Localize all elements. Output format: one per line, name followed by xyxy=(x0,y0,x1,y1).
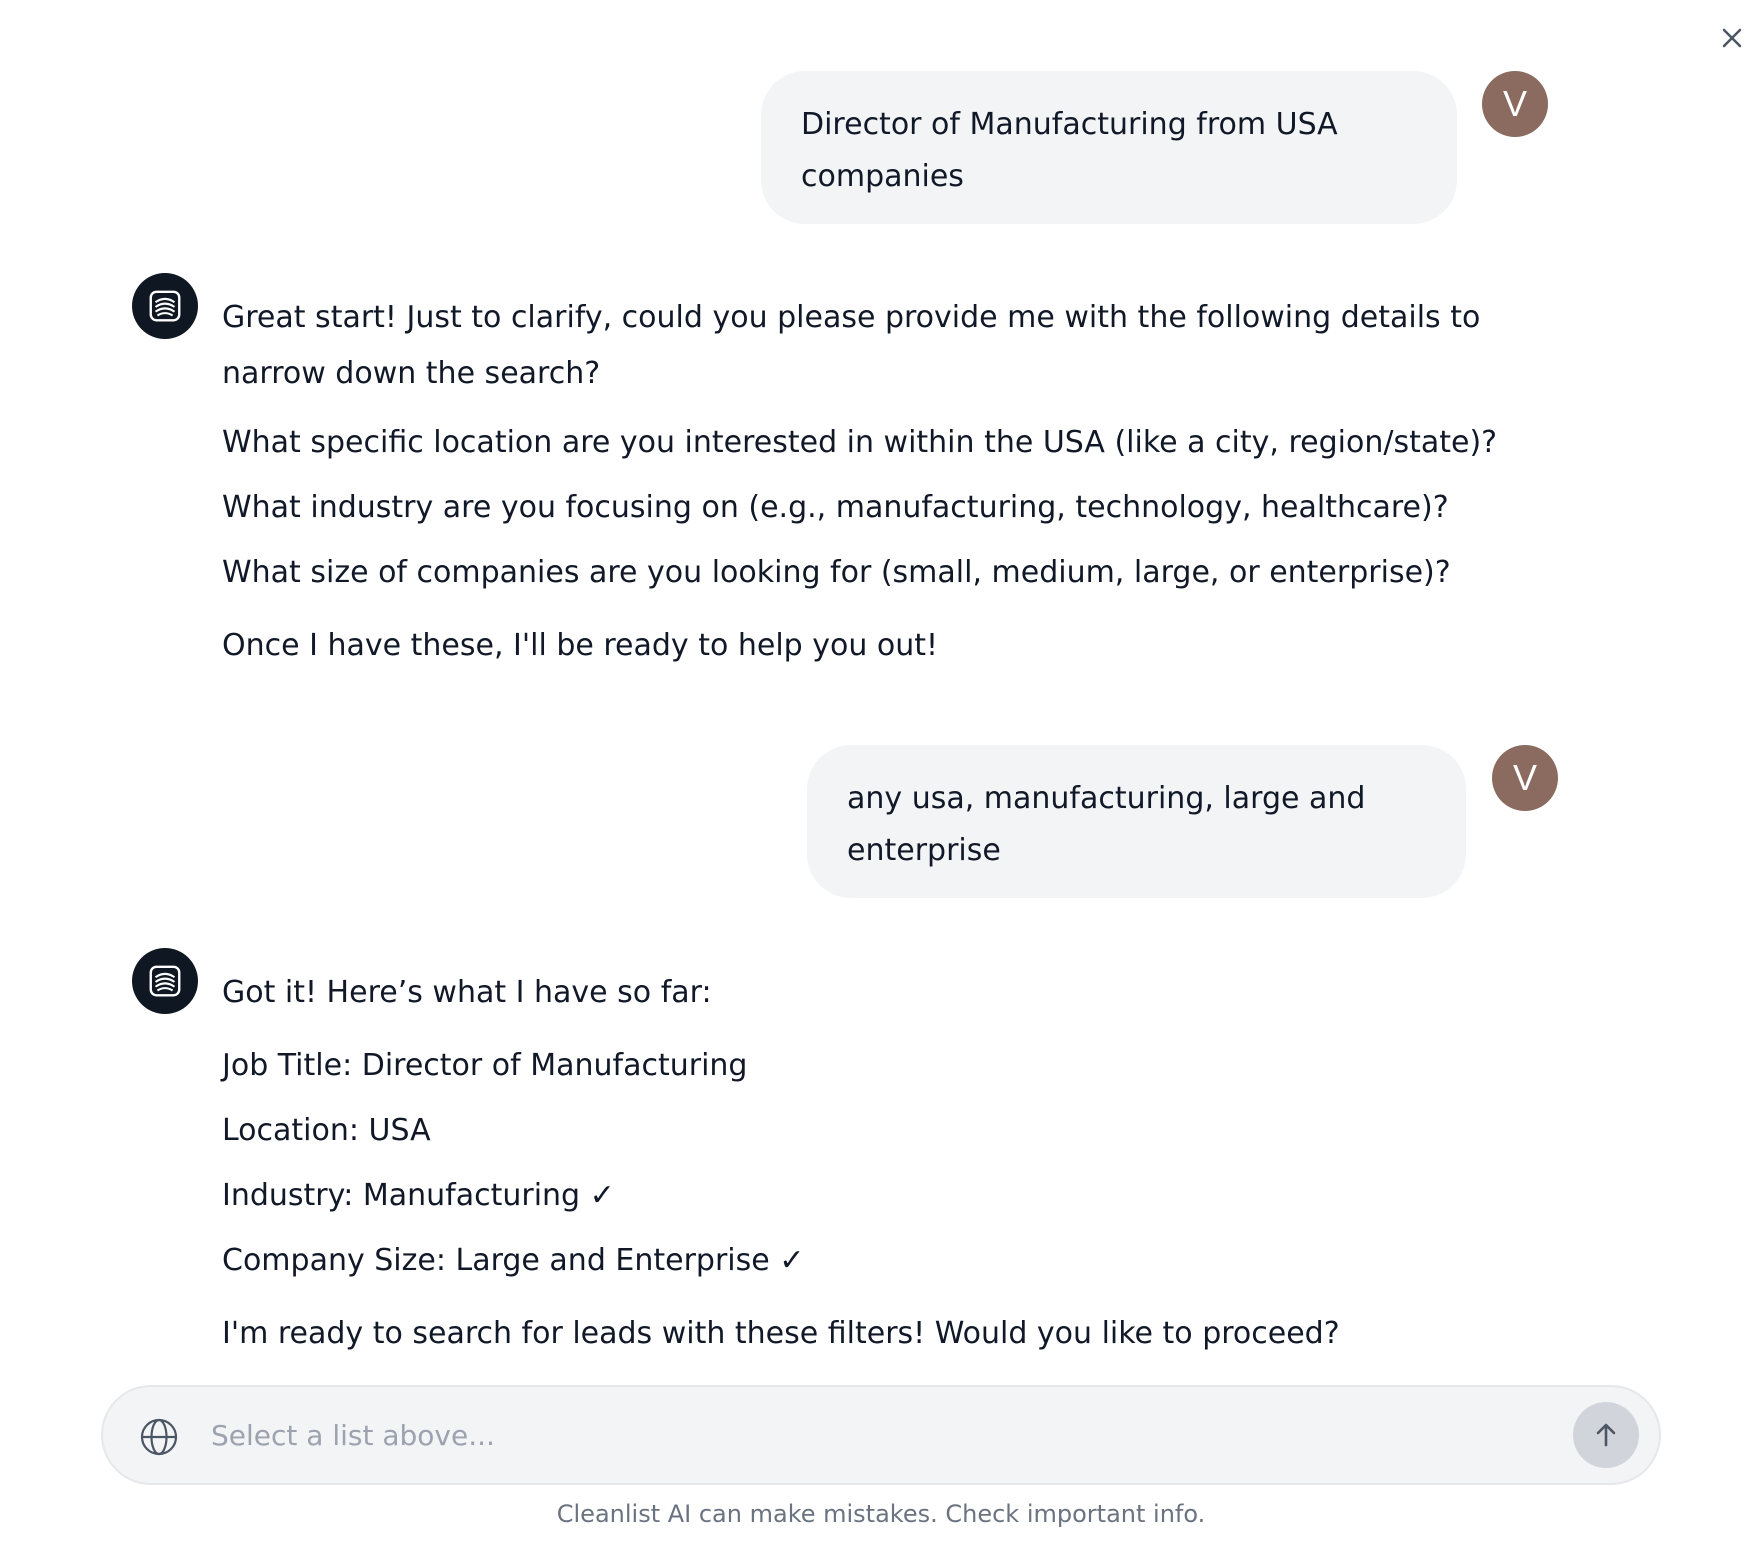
assistant-message-paragraph: Industry: Manufacturing ✓ xyxy=(222,1178,615,1213)
assistant-avatar xyxy=(132,948,198,1014)
assistant-message-paragraph: Once I have these, I'll be ready to help… xyxy=(222,628,939,663)
assistant-avatar xyxy=(132,273,198,339)
globe-icon[interactable] xyxy=(139,1417,179,1457)
assistant-message-paragraph: Location: USA xyxy=(222,1113,431,1148)
assistant-message-paragraph: I'm ready to search for leads with these… xyxy=(222,1316,1340,1351)
close-icon xyxy=(1722,28,1742,48)
close-button[interactable] xyxy=(1714,20,1750,56)
cleanlist-logo-icon xyxy=(149,965,181,997)
user-message-text: Director of Manufacturing from USA compa… xyxy=(801,107,1338,194)
cleanlist-logo-icon xyxy=(149,290,181,322)
chat-composer xyxy=(101,1385,1661,1485)
user-avatar: V xyxy=(1482,71,1548,137)
arrow-up-icon xyxy=(1596,1423,1616,1447)
assistant-message: Got it! Here’s what I have so far: Job T… xyxy=(222,968,1582,1358)
user-message-bubble: Director of Manufacturing from USA compa… xyxy=(761,71,1457,224)
user-message-text: any usa, manufacturing, large and enterp… xyxy=(847,781,1366,868)
assistant-message-paragraph: Company Size: Large and Enterprise ✓ xyxy=(222,1243,805,1278)
assistant-message-paragraph: What specific location are you intereste… xyxy=(222,425,1498,460)
user-message-bubble: any usa, manufacturing, large and enterp… xyxy=(807,745,1466,898)
chat-input[interactable] xyxy=(209,1407,1509,1463)
assistant-message-paragraph: Great start! Just to clarify, could you … xyxy=(222,300,1481,391)
assistant-message-paragraph: What size of companies are you looking f… xyxy=(222,555,1451,590)
assistant-message-paragraph: Job Title: Director of Manufacturing xyxy=(222,1048,748,1083)
assistant-message-paragraph: Got it! Here’s what I have so far: xyxy=(222,975,712,1010)
disclaimer-text: Cleanlist AI can make mistakes. Check im… xyxy=(556,1500,1206,1528)
assistant-message: Great start! Just to clarify, could you … xyxy=(222,290,1582,670)
assistant-message-paragraph: What industry are you focusing on (e.g.,… xyxy=(222,490,1449,525)
send-button[interactable] xyxy=(1573,1402,1639,1468)
user-avatar: V xyxy=(1492,745,1558,811)
